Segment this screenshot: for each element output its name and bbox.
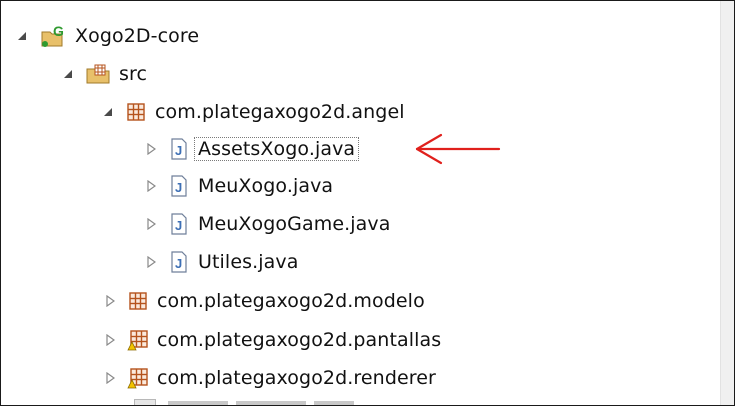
collapsed-arrow-icon[interactable] (103, 333, 117, 347)
tree-row-file-meuxogo[interactable]: J MeuXogo.java (144, 169, 333, 203)
package-label: com.plategaxogo2d.angel (155, 101, 405, 123)
tree-row-file-assetsxogo[interactable]: J AssetsXogo.java (144, 132, 360, 166)
tree-row-package-pantallas[interactable]: com.plategaxogo2d.pantallas (103, 323, 441, 357)
package-label: com.plategaxogo2d.pantallas (157, 329, 442, 351)
package-icon (125, 101, 147, 123)
project-label: Xogo2D-core (75, 25, 200, 47)
java-file-icon: J (168, 251, 190, 273)
tree-row-src[interactable]: src (61, 57, 147, 91)
expanded-arrow-icon[interactable] (15, 29, 29, 43)
package-label: com.plategaxogo2d.modelo (157, 290, 425, 312)
file-label-selected: AssetsXogo.java (194, 137, 360, 161)
collapsed-arrow-icon[interactable] (103, 294, 117, 308)
svg-text:J: J (175, 143, 182, 158)
collapsed-arrow-icon[interactable] (103, 371, 117, 385)
vertical-scrollbar[interactable] (720, 1, 734, 405)
java-file-icon: J (168, 213, 190, 235)
src-label: src (119, 63, 148, 85)
svg-text:J: J (175, 180, 182, 195)
tree-row-file-meuxogogame[interactable]: J MeuXogoGame.java (144, 207, 390, 241)
svg-text:J: J (175, 218, 182, 233)
package-label: com.plategaxogo2d.renderer (157, 367, 436, 389)
file-label: Utiles.java (198, 251, 299, 273)
project-explorer-tree: G Xogo2D-core src com.plategaxogo2d.ange… (0, 0, 735, 406)
tree-row-project[interactable]: G Xogo2D-core (15, 19, 199, 53)
tree-row-package-angel[interactable]: com.plategaxogo2d.angel (101, 95, 405, 129)
collapsed-arrow-icon[interactable] (144, 217, 158, 231)
tree-row-file-utiles[interactable]: J Utiles.java (144, 245, 298, 279)
package-icon (127, 290, 149, 312)
file-label: MeuXogoGame.java (198, 213, 391, 235)
tree-row-partial (134, 399, 434, 405)
svg-text:G: G (53, 24, 64, 39)
expanded-arrow-icon[interactable] (101, 105, 115, 119)
red-arrow-icon (415, 133, 501, 165)
tree-row-package-renderer[interactable]: com.plategaxogo2d.renderer (103, 361, 436, 395)
source-folder-icon (85, 63, 111, 85)
file-label: MeuXogo.java (198, 175, 334, 197)
tree-row-package-modelo[interactable]: com.plategaxogo2d.modelo (103, 284, 425, 318)
svg-text:J: J (175, 256, 182, 271)
package-warning-icon (127, 367, 149, 389)
java-file-icon: J (168, 175, 190, 197)
gdx-project-icon: G (39, 24, 67, 47)
collapsed-arrow-icon[interactable] (144, 255, 158, 269)
package-warning-icon (127, 329, 149, 351)
java-file-icon: J (168, 138, 190, 160)
expanded-arrow-icon[interactable] (61, 67, 75, 81)
collapsed-arrow-icon[interactable] (144, 179, 158, 193)
collapsed-arrow-icon[interactable] (144, 142, 158, 156)
